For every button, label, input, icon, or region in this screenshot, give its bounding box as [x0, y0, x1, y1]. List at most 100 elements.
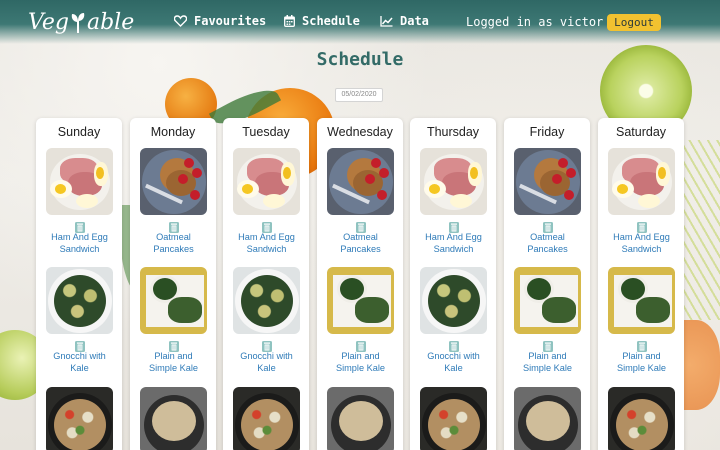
delete-meal-button[interactable] — [261, 337, 272, 352]
day-name: Saturday — [615, 125, 667, 139]
nav-favourites-label: Favourites — [194, 14, 267, 28]
meal-card: Gnocchi with Kale — [233, 267, 300, 374]
page-title: Schedule — [316, 49, 404, 70]
meal-image[interactable] — [327, 148, 394, 215]
meal-name-link[interactable]: Plain and Simple Kale — [327, 351, 394, 374]
meal-image[interactable] — [327, 387, 394, 450]
trash-icon — [542, 222, 553, 233]
meal-card: Plain and Simple Kale — [514, 267, 581, 374]
top-navbar: Veg able Favourites Schedule Data Logged… — [0, 0, 720, 44]
sprout-icon — [71, 12, 85, 33]
meal-card — [514, 387, 581, 450]
delete-meal-button[interactable] — [355, 218, 366, 233]
meal-image[interactable] — [233, 148, 300, 215]
meal-image[interactable] — [327, 267, 394, 334]
meal-name-link[interactable]: Ham And Egg Sandwich — [608, 232, 675, 255]
meal-image[interactable] — [140, 387, 207, 450]
delete-meal-button[interactable] — [448, 218, 459, 233]
delete-meal-button[interactable] — [355, 337, 366, 352]
meal-name-link[interactable]: Gnocchi with Kale — [420, 351, 487, 374]
day-column: Tuesday Ham And Egg Sandwich Gnocchi with … — [223, 118, 309, 450]
meal-image[interactable] — [420, 148, 487, 215]
meal-name-link[interactable]: Ham And Egg Sandwich — [420, 232, 487, 255]
meal-name-link[interactable]: Gnocchi with Kale — [233, 351, 300, 374]
delete-meal-button[interactable] — [636, 337, 647, 352]
meal-card: Gnocchi with Kale — [420, 267, 487, 374]
meal-card: Plain and Simple Kale — [140, 267, 207, 374]
delete-meal-button[interactable] — [542, 218, 553, 233]
trash-icon — [355, 341, 366, 352]
delete-meal-button[interactable] — [448, 337, 459, 352]
date-picker-input[interactable]: 05/02/2020 — [335, 88, 383, 102]
meal-name-link[interactable]: Plain and Simple Kale — [514, 351, 581, 374]
delete-meal-button[interactable] — [168, 218, 179, 233]
meal-name-link[interactable]: Ham And Egg Sandwich — [233, 232, 300, 255]
meal-image[interactable] — [46, 148, 113, 215]
meal-image[interactable] — [608, 267, 675, 334]
meal-image[interactable] — [514, 148, 581, 215]
meal-name-link[interactable]: Plain and Simple Kale — [608, 351, 675, 374]
meal-image[interactable] — [514, 387, 581, 450]
meal-card: Ham And Egg Sandwich — [233, 148, 300, 255]
delete-meal-button[interactable] — [168, 337, 179, 352]
delete-meal-button[interactable] — [74, 218, 85, 233]
trash-icon — [448, 341, 459, 352]
delete-meal-button[interactable] — [636, 218, 647, 233]
line-chart-icon — [380, 15, 393, 27]
nav-favourites[interactable]: Favourites — [174, 14, 266, 28]
trash-icon — [168, 222, 179, 233]
meal-image[interactable] — [420, 387, 487, 450]
day-column: Saturday Ham And Egg Sandwich Plain and Si… — [598, 118, 684, 450]
meal-image[interactable] — [608, 148, 675, 215]
logo-text-left: Veg — [28, 9, 69, 35]
meal-card — [608, 387, 675, 450]
trash-icon — [74, 341, 85, 352]
meal-card: Oatmeal Pancakes — [514, 148, 581, 255]
meal-card — [140, 387, 207, 450]
meal-image[interactable] — [140, 267, 207, 334]
meal-name-link[interactable]: Oatmeal Pancakes — [140, 232, 207, 255]
day-name: Wednesday — [327, 125, 393, 139]
meal-name-link[interactable]: Ham And Egg Sandwich — [46, 232, 113, 255]
nav-schedule[interactable]: Schedule — [284, 14, 360, 28]
day-column: Wednesday Oatmeal Pancakes Plain and Simpl… — [317, 118, 403, 450]
logged-in-status: Logged in as victor — [466, 15, 604, 29]
meal-image[interactable] — [514, 267, 581, 334]
delete-meal-button[interactable] — [542, 337, 553, 352]
app-logo[interactable]: Veg able — [28, 7, 134, 37]
meal-card — [327, 387, 394, 450]
meal-image[interactable] — [233, 267, 300, 334]
day-name: Tuesday — [242, 125, 290, 139]
meal-image[interactable] — [46, 387, 113, 450]
meal-image[interactable] — [608, 387, 675, 450]
logout-button[interactable]: Logout — [607, 14, 661, 31]
meal-name-link[interactable]: Oatmeal Pancakes — [327, 232, 394, 255]
meal-card — [420, 387, 487, 450]
meal-name-link[interactable]: Gnocchi with Kale — [46, 351, 113, 374]
meal-image[interactable] — [233, 387, 300, 450]
calendar-icon — [284, 15, 295, 27]
delete-meal-button[interactable] — [261, 218, 272, 233]
meal-name-link[interactable]: Plain and Simple Kale — [140, 351, 207, 374]
day-name: Sunday — [57, 125, 101, 139]
trash-icon — [636, 222, 647, 233]
meal-image[interactable] — [420, 267, 487, 334]
day-column: Thursday Ham And Egg Sandwich Gnocchi with… — [410, 118, 496, 450]
trash-icon — [74, 222, 85, 233]
trash-icon — [168, 341, 179, 352]
delete-meal-button[interactable] — [74, 337, 85, 352]
meal-image[interactable] — [140, 148, 207, 215]
day-column: Sunday Ham And Egg Sandwich Gnocchi with K… — [36, 118, 122, 450]
day-column: Monday Oatmeal Pancakes Plain and Simple K… — [130, 118, 216, 450]
trash-icon — [542, 341, 553, 352]
day-name: Monday — [150, 125, 196, 139]
meal-card: Plain and Simple Kale — [327, 267, 394, 374]
nav-data[interactable]: Data — [380, 14, 429, 28]
day-column: Friday Oatmeal Pancakes Plain and Simple K… — [504, 118, 590, 450]
meal-card: Oatmeal Pancakes — [140, 148, 207, 255]
trash-icon — [261, 341, 272, 352]
meal-name-link[interactable]: Oatmeal Pancakes — [514, 232, 581, 255]
day-name: Thursday — [426, 125, 480, 139]
nav-data-label: Data — [400, 14, 429, 28]
meal-image[interactable] — [46, 267, 113, 334]
